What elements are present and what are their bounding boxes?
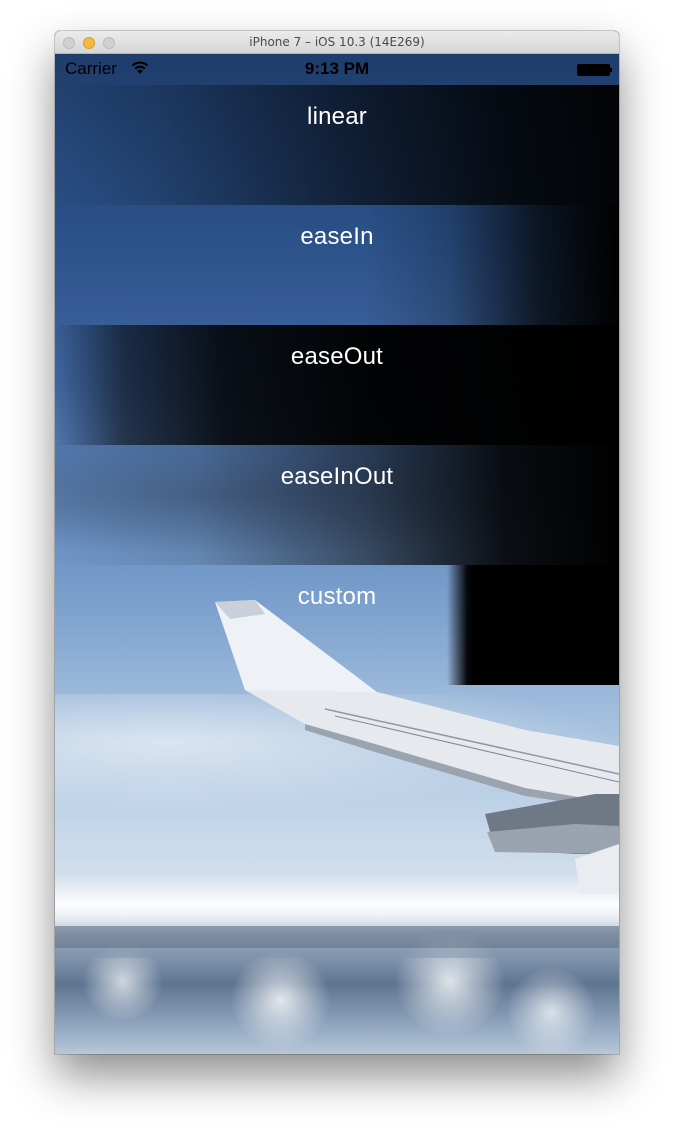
simulator-window: iPhone 7 – iOS 10.3 (14E269) Carrier 9:1… (55, 31, 619, 1054)
status-time: 9:13 PM (304, 59, 370, 78)
row-label: easeIn (300, 223, 374, 250)
row-ease-in-out[interactable]: easeInOut (55, 445, 619, 565)
window-title: iPhone 7 – iOS 10.3 (14E269) (249, 35, 425, 49)
row-label: easeOut (290, 343, 384, 370)
battery-tip (610, 68, 612, 72)
window-titlebar: iPhone 7 – iOS 10.3 (14E269) (55, 31, 619, 54)
row-label: easeInOut (280, 463, 394, 490)
row-label: custom (297, 583, 377, 610)
phone-screen: Carrier 9:13 PM linear easeIn easeOut ea… (55, 54, 619, 1054)
status-bar: Carrier 9:13 PM (55, 54, 619, 85)
battery-icon (577, 64, 610, 76)
row-custom[interactable]: custom (55, 565, 619, 685)
row-linear[interactable]: linear (55, 85, 619, 205)
row-label: linear (307, 103, 367, 130)
row-ease-out[interactable]: easeOut (55, 325, 619, 445)
row-ease-in[interactable]: easeIn (55, 205, 619, 325)
